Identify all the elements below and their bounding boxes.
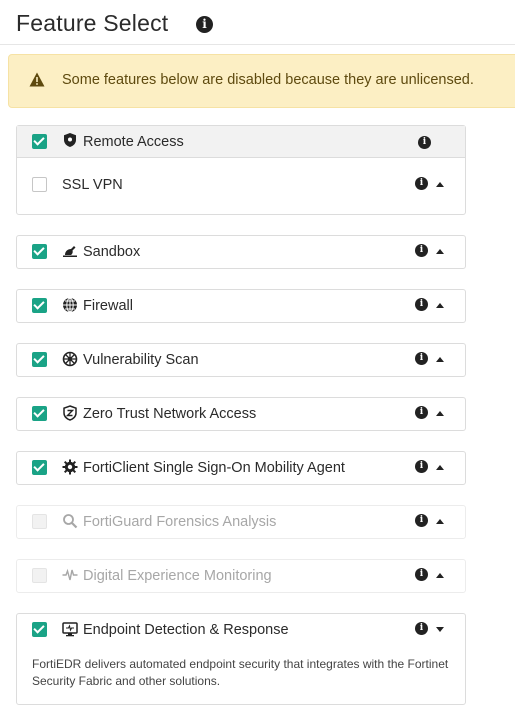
dem-checkbox bbox=[32, 568, 47, 583]
sso-mobility-agent-label: FortiClient Single Sign-On Mobility Agen… bbox=[83, 460, 345, 476]
feature-row-dem: Digital Experience Monitoring i bbox=[17, 560, 465, 592]
remote-access-checkbox[interactable] bbox=[32, 134, 47, 149]
page-header: Feature Select i bbox=[0, 0, 515, 45]
dem-label: Digital Experience Monitoring bbox=[83, 568, 272, 584]
firewall-globe-icon bbox=[63, 297, 77, 313]
firewall-label: Firewall bbox=[83, 298, 133, 314]
ztna-shield-icon bbox=[63, 405, 77, 421]
warning-text: Some features below are disabled because… bbox=[62, 72, 474, 88]
remote-access-label: Remote Access bbox=[83, 134, 184, 150]
feature-row-vulnerability-scan: Vulnerability Scan i bbox=[17, 344, 465, 376]
forensics-checkbox bbox=[32, 514, 47, 529]
info-icon[interactable]: i bbox=[415, 352, 428, 365]
ztna-label: Zero Trust Network Access bbox=[83, 406, 257, 422]
feature-row-firewall: Firewall i bbox=[17, 290, 465, 322]
monitor-icon bbox=[62, 622, 78, 637]
firewall-checkbox[interactable] bbox=[32, 298, 47, 313]
info-icon[interactable]: i bbox=[415, 622, 428, 635]
feature-group-sandbox: Sandbox i bbox=[16, 235, 466, 269]
feature-group-remote-access: Remote Access i SSL VPN i bbox=[16, 125, 466, 215]
edr-label: Endpoint Detection & Response bbox=[83, 622, 289, 638]
feature-row-sso-mobility-agent: FortiClient Single Sign-On Mobility Agen… bbox=[17, 452, 465, 484]
ztna-checkbox[interactable] bbox=[32, 406, 47, 421]
ssl-vpn-checkbox[interactable] bbox=[32, 177, 47, 192]
info-icon[interactable]: i bbox=[415, 514, 428, 527]
feature-row-ztna: Zero Trust Network Access i bbox=[17, 398, 465, 430]
info-icon[interactable]: i bbox=[415, 177, 428, 190]
feature-group-dem: Digital Experience Monitoring i bbox=[16, 559, 466, 593]
chevron-up-icon[interactable] bbox=[436, 249, 444, 254]
feature-row-remote-access: Remote Access i bbox=[17, 126, 465, 158]
info-icon[interactable]: i bbox=[415, 460, 428, 473]
feature-group-firewall: Firewall i bbox=[16, 289, 466, 323]
sandbox-icon bbox=[63, 246, 77, 257]
sso-mobility-agent-checkbox[interactable] bbox=[32, 460, 47, 475]
info-icon[interactable]: i bbox=[196, 16, 213, 33]
chevron-up-icon[interactable] bbox=[436, 519, 444, 524]
vulnerability-scan-label: Vulnerability Scan bbox=[83, 352, 199, 368]
warning-triangle-icon bbox=[29, 72, 45, 87]
chevron-up-icon[interactable] bbox=[436, 357, 444, 362]
chevron-up-icon[interactable] bbox=[436, 182, 444, 187]
info-icon[interactable]: i bbox=[418, 136, 431, 149]
chevron-up-icon[interactable] bbox=[436, 303, 444, 308]
feature-row-ssl-vpn: SSL VPN i bbox=[17, 169, 465, 201]
vulnerability-scan-checkbox[interactable] bbox=[32, 352, 47, 367]
sandbox-label: Sandbox bbox=[83, 244, 141, 260]
magnifier-icon bbox=[63, 514, 78, 529]
feature-group-edr: Endpoint Detection & Response i FortiEDR… bbox=[16, 613, 466, 705]
chevron-up-icon[interactable] bbox=[436, 465, 444, 470]
sandbox-checkbox[interactable] bbox=[32, 244, 47, 259]
feature-group-vulnerability-scan: Vulnerability Scan i bbox=[16, 343, 466, 377]
page-title: Feature Select bbox=[16, 10, 169, 36]
feature-row-edr: Endpoint Detection & Response i bbox=[17, 614, 465, 646]
edr-checkbox[interactable] bbox=[32, 622, 47, 637]
info-icon[interactable]: i bbox=[415, 298, 428, 311]
ssl-vpn-label: SSL VPN bbox=[62, 177, 123, 193]
feature-group-ztna: Zero Trust Network Access i bbox=[16, 397, 466, 431]
chevron-up-icon[interactable] bbox=[436, 573, 444, 578]
crosshair-icon bbox=[62, 351, 78, 367]
feature-row-sandbox: Sandbox i bbox=[17, 236, 465, 268]
feature-row-forensics: FortiGuard Forensics Analysis i bbox=[17, 506, 465, 538]
feature-group-forensics: FortiGuard Forensics Analysis i bbox=[16, 505, 466, 539]
chevron-up-icon[interactable] bbox=[436, 411, 444, 416]
info-icon[interactable]: i bbox=[415, 244, 428, 257]
pulse-icon bbox=[62, 568, 78, 581]
chevron-down-icon[interactable] bbox=[436, 627, 444, 632]
shield-icon bbox=[64, 133, 76, 147]
info-icon[interactable]: i bbox=[415, 406, 428, 419]
gear-icon bbox=[62, 459, 78, 475]
unlicensed-warning-banner: Some features below are disabled because… bbox=[8, 54, 515, 108]
feature-group-sso-mobility-agent: FortiClient Single Sign-On Mobility Agen… bbox=[16, 451, 466, 485]
info-icon[interactable]: i bbox=[415, 568, 428, 581]
edr-description: FortiEDR delivers automated endpoint sec… bbox=[32, 657, 449, 688]
forensics-label: FortiGuard Forensics Analysis bbox=[83, 514, 277, 530]
